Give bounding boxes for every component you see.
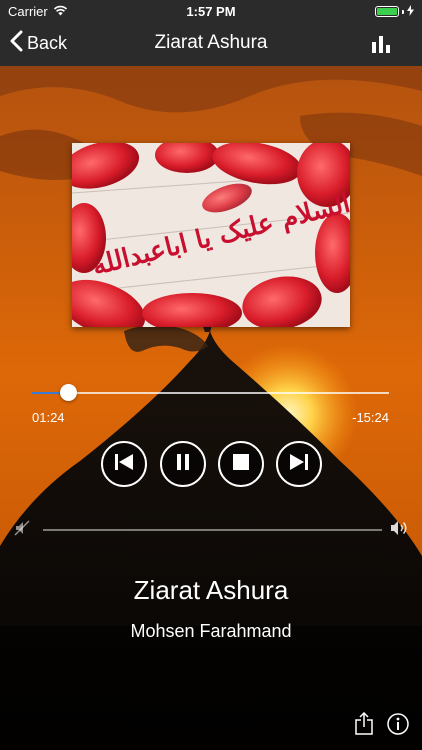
elapsed-time: 01:24 [32,410,65,425]
battery-icon [375,6,399,17]
previous-icon [114,453,134,476]
pause-icon [175,453,191,476]
stop-button[interactable] [218,441,264,487]
remaining-time: -15:24 [352,410,389,425]
album-artwork: السلام علیک یا اباعبدالله [72,143,350,327]
status-bar: Carrier 1:57 PM [0,0,422,22]
pause-button[interactable] [160,441,206,487]
next-button[interactable] [276,441,322,487]
page-title: Ziarat Ashura [154,32,268,53]
progress-thumb[interactable] [59,384,77,401]
navigation-bar: Back Ziarat Ashura [0,22,422,67]
playback-controls [0,441,422,487]
volume-mute-icon [14,519,32,537]
volume-up-icon [390,519,410,537]
progress-slider[interactable] [32,384,389,401]
volume-slider[interactable] [43,529,382,531]
battery-indicator [375,4,414,19]
share-icon[interactable] [354,711,374,736]
next-icon [289,453,309,476]
track-title: Ziarat Ashura [133,575,289,605]
equalizer-icon[interactable] [372,35,394,53]
status-time: 1:57 PM [186,4,236,19]
previous-button[interactable] [101,441,147,487]
track-artist: Mohsen Farahmand [130,621,292,641]
info-icon[interactable] [387,713,409,735]
stop-icon [233,453,249,475]
charging-bolt-icon [407,4,414,19]
